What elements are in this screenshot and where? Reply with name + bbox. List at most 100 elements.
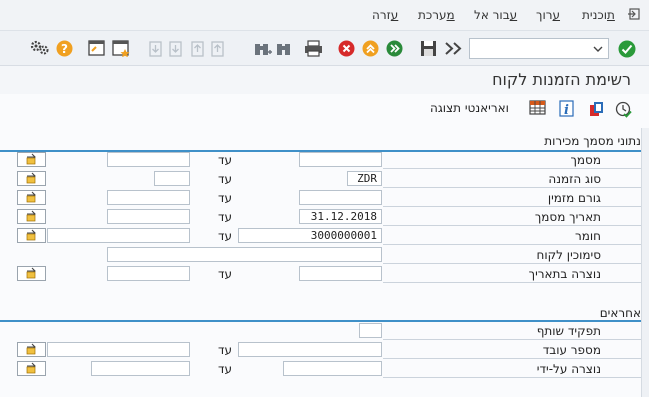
display-variants-label[interactable]: ואריאנטי תצוגה <box>430 101 509 115</box>
svg-text:i: i <box>564 103 569 117</box>
cancel-icon[interactable] <box>338 40 355 57</box>
created-by-from-field[interactable] <box>283 361 382 376</box>
partner-function-field[interactable] <box>359 323 382 338</box>
row-underline <box>383 244 641 245</box>
order-type-from-field[interactable]: ZDR <box>347 171 382 186</box>
group-sales-data: נתוני מסמך מכירות מסמך עד סוג הזמנה ZDR … <box>0 128 649 290</box>
document-date-to-field[interactable] <box>107 209 190 224</box>
expand-command-icon[interactable] <box>444 41 464 56</box>
find-icons[interactable] <box>254 41 296 57</box>
to-label: עד <box>218 172 233 186</box>
to-label: עד <box>218 362 233 376</box>
document-from-field[interactable] <box>299 152 382 167</box>
group-header: נתוני מסמך מכירות <box>544 134 641 148</box>
title-bar: רשימת הזמנות לקוח <box>0 66 649 94</box>
sold-to-from-field[interactable] <box>299 190 382 205</box>
shortcut-icon[interactable] <box>112 40 132 57</box>
multiple-selection-button[interactable] <box>17 152 46 167</box>
row-underline <box>383 282 641 283</box>
created-on-to-field[interactable] <box>107 266 190 281</box>
settings-gear-icon[interactable] <box>30 40 50 56</box>
to-label: עד <box>218 267 233 281</box>
row-underline <box>383 358 641 359</box>
multiple-selection-button[interactable] <box>17 209 46 224</box>
material-from-field[interactable]: 3000000001 <box>238 228 382 243</box>
label-document: מסמך <box>570 153 601 167</box>
group-responsible: אחראים תפקיד שותף מספר עובד עד נוצרה על-… <box>0 300 649 397</box>
create-session-icon[interactable] <box>88 40 106 57</box>
row-underline <box>383 263 641 264</box>
chevron-down-icon[interactable] <box>593 45 603 53</box>
back-icon[interactable] <box>386 40 403 57</box>
label-created-on: נוצרה בתאריך <box>528 267 601 281</box>
document-date-from-field[interactable]: 31.12.2018 <box>299 209 382 224</box>
row-underline <box>383 339 641 340</box>
menu-system[interactable]: מערכת <box>418 8 455 22</box>
employee-number-from-field[interactable] <box>238 342 382 357</box>
arrow-right-icon <box>26 343 36 355</box>
multiple-selection-button[interactable] <box>17 342 46 357</box>
row-underline <box>383 187 641 188</box>
enter-check-icon[interactable] <box>618 40 636 58</box>
to-label: עד <box>218 229 233 243</box>
created-on-from-field[interactable] <box>299 266 382 281</box>
group-header: אחראים <box>599 306 641 320</box>
arrow-right-icon <box>26 210 36 222</box>
multiple-selection-button[interactable] <box>17 361 46 376</box>
to-label: עד <box>218 210 233 224</box>
arrow-right-icon <box>26 229 36 241</box>
scrollbar[interactable] <box>641 128 649 397</box>
sold-to-to-field[interactable] <box>107 190 190 205</box>
label-material: חומר <box>574 229 601 243</box>
save-icon[interactable] <box>420 40 437 57</box>
menu-edit[interactable]: ערוך <box>536 8 560 22</box>
standard-toolbar: ? <box>0 31 649 66</box>
to-label: עד <box>218 191 233 205</box>
menu-bar: עזרה מערכת עבור אל ערוך תוכנית <box>0 0 649 31</box>
menu-exit-icon[interactable] <box>627 7 641 21</box>
menu-help[interactable]: עזרה <box>372 8 398 22</box>
to-label: עד <box>218 153 233 167</box>
svg-text:?: ? <box>61 42 68 56</box>
row-underline <box>383 225 641 226</box>
arrow-right-icon <box>26 362 36 374</box>
info-icon[interactable]: i <box>559 100 574 117</box>
arrow-right-icon <box>26 172 36 184</box>
menu-program[interactable]: תוכנית <box>582 8 615 22</box>
label-sold-to-party: גורם מזמין <box>547 191 601 205</box>
multiple-selection-button[interactable] <box>17 228 46 243</box>
menu-goto[interactable]: עבור אל <box>474 8 517 22</box>
multiple-selection-button[interactable] <box>17 266 46 281</box>
label-created-by: נוצרה על-ידי <box>536 362 601 376</box>
label-customer-reference: סימוכין לקוח <box>536 248 601 262</box>
execute-icon[interactable] <box>615 101 632 118</box>
print-icon[interactable] <box>304 40 323 57</box>
application-toolbar: i ואריאנטי תצוגה <box>0 95 649 123</box>
to-label: עד <box>218 343 233 357</box>
label-employee-number: מספר עובד <box>542 343 601 357</box>
page-navigation-icons <box>149 41 224 57</box>
employee-number-to-field[interactable] <box>47 342 190 357</box>
arrow-right-icon <box>26 267 36 279</box>
multiple-selection-icon[interactable] <box>588 100 606 118</box>
layout-table-icon[interactable] <box>529 100 546 115</box>
exit-icon[interactable] <box>362 40 379 57</box>
multiple-selection-button[interactable] <box>17 190 46 205</box>
multiple-selection-button[interactable] <box>17 171 46 186</box>
row-underline <box>383 206 641 207</box>
document-to-field[interactable] <box>107 152 190 167</box>
label-document-date: תאריך מסמך <box>534 210 601 224</box>
created-by-to-field[interactable] <box>91 361 190 376</box>
row-underline <box>383 377 641 378</box>
arrow-right-icon <box>26 191 36 203</box>
order-type-to-field[interactable] <box>154 171 190 186</box>
command-field[interactable] <box>469 38 609 59</box>
arrow-right-icon <box>26 153 36 165</box>
group-divider <box>0 320 641 322</box>
help-icon[interactable]: ? <box>56 40 73 57</box>
label-partner-function: תפקיד שותף <box>536 324 601 338</box>
customer-reference-field[interactable] <box>107 247 382 262</box>
row-underline <box>383 168 641 169</box>
material-to-field[interactable] <box>47 228 190 243</box>
label-order-type: סוג הזמנה <box>548 172 601 186</box>
